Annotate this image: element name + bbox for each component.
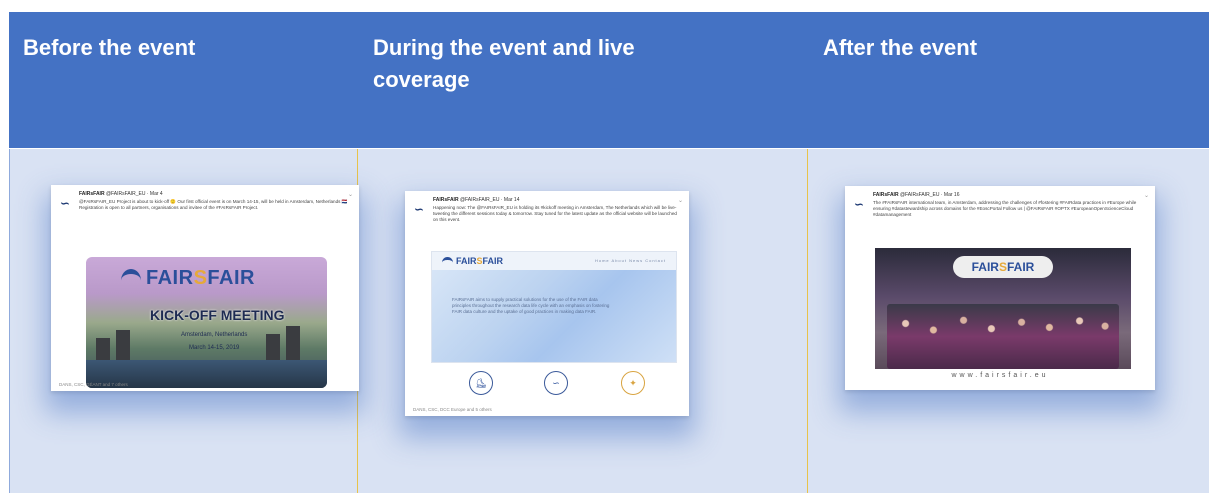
tweet-handle: @FAIRsFAIR_EU · Mar 4 [105, 191, 163, 197]
tweet-author: FAIRsFAIR [433, 197, 459, 203]
photo-banner: FAIR S FAIR [953, 256, 1053, 278]
site-brand: FAIRSFAIR [456, 256, 504, 266]
compass-icon: ✦ [621, 371, 645, 395]
boot-icon: ⛸ [469, 371, 493, 395]
tweet-author: FAIRsFAIR [79, 191, 105, 197]
tweet-card-before: ∽ FAIRsFAIR @FAIRsFAIR_EU · Mar 4 ⌄ @FAI… [51, 185, 359, 391]
tweet-handle: @FAIRsFAIR_EU · Mar 16 [899, 192, 960, 198]
kickoff-meeting-image: FAIRSFAIR KICK-OFF MEETING Amsterdam, Ne… [86, 257, 327, 388]
image-brand: FAIRSFAIR [146, 267, 255, 289]
building-shape [96, 338, 110, 360]
chevron-down-icon: ⌄ [1143, 193, 1149, 199]
building-shape [286, 326, 300, 360]
image-date: March 14-15, 2019 [189, 345, 240, 351]
website-screenshot: FAIRSFAIR Home About News Contact FAIRsF… [431, 251, 677, 363]
image-title: KICK-OFF MEETING [150, 307, 285, 323]
column-divider-2 [807, 149, 808, 493]
column-heading-after: After the event [823, 35, 978, 60]
tweet-handle: @FAIRsFAIR_EU · Mar 14 [459, 197, 520, 203]
event-timeline-table: Before the event During the event and li… [9, 12, 1209, 493]
fairsfair-avatar-icon: ∽ [854, 198, 864, 211]
photo-caption: www.fairsfair.eu [951, 372, 1049, 379]
tweet-stats: DANS, CSC, DCC Europe and 5 others [413, 407, 492, 412]
fairsfair-logo-icon [442, 257, 453, 268]
team-photo: FAIR S FAIR [875, 248, 1131, 369]
column-heading-before: Before the event [23, 35, 196, 60]
cell-border-left [9, 149, 10, 493]
tweet-author: FAIRsFAIR [873, 192, 899, 198]
tweet-card-after: ∽ FAIRsFAIR @FAIRsFAIR_EU · Mar 16 ⌄ The… [845, 186, 1155, 390]
image-location: Amsterdam, Netherlands [181, 332, 248, 338]
chevron-down-icon: ⌄ [677, 198, 683, 204]
tweet-stats: DANS, CSC, GÉANT and 7 others [59, 382, 128, 387]
building-shape [116, 330, 130, 360]
table-header-row: Before the event During the event and li… [9, 12, 1209, 149]
building-shape [266, 334, 280, 360]
fairsfair-logo-icon: ∽ [544, 371, 568, 395]
tweet-text: The #FAIRsFAIR international team, in Am… [873, 200, 1137, 218]
tweet-text: Happening now: The @FAIRsFAIR_EU is hold… [433, 205, 677, 223]
chevron-down-icon: ⌄ [347, 192, 353, 198]
site-feature-icons: ⛸ ∽ ✦ [431, 371, 675, 401]
tweet-text: @FAIRsFAIR_EU Project is about to kick-o… [79, 199, 348, 211]
fairsfair-avatar-icon: ∽ [414, 203, 424, 216]
site-nav: Home About News Contact [594, 258, 666, 263]
tweet-card-during: ∽ FAIRsFAIR @FAIRsFAIR_EU · Mar 14 ⌄ Hap… [405, 191, 689, 416]
crowd-shape [887, 304, 1119, 369]
fairsfair-logo-icon [121, 269, 141, 292]
column-heading-during: During the event and live coverage [373, 35, 635, 92]
site-blurb: FAIRsFAIR aims to supply practical solut… [452, 297, 610, 314]
fairsfair-avatar-icon: ∽ [60, 197, 70, 210]
